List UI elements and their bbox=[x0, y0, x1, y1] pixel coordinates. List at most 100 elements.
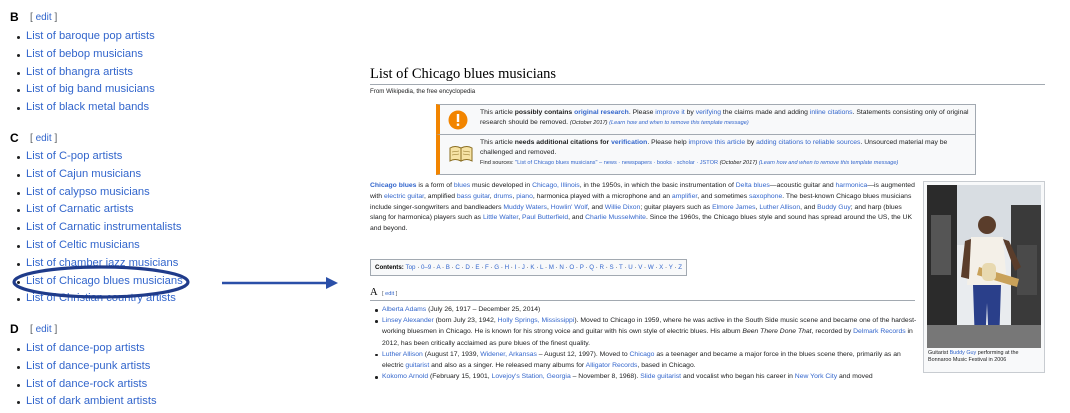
list-link[interactable]: List of Cajun musicians bbox=[26, 168, 141, 180]
list-link[interactable]: List of Celtic musicians bbox=[26, 239, 140, 251]
toc-link[interactable]: G bbox=[494, 264, 499, 271]
toc-link[interactable]: M bbox=[549, 264, 554, 271]
list-link[interactable]: List of dance-rock artists bbox=[26, 378, 147, 390]
toc-link[interactable]: A bbox=[436, 264, 440, 271]
reliable-sources-link[interactable]: adding citations to reliable sources bbox=[756, 139, 860, 146]
blues-link[interactable]: blues bbox=[454, 182, 470, 189]
place-link[interactable]: Lovejoy's Station, Georgia bbox=[492, 373, 571, 380]
list-link[interactable]: List of Carnatic artists bbox=[26, 203, 134, 215]
list-link[interactable]: List of black metal bands bbox=[26, 101, 149, 113]
place-link[interactable]: Chicago bbox=[630, 351, 655, 358]
list-link[interactable]: List of dance-punk artists bbox=[26, 360, 150, 372]
saxophone-link[interactable]: saxophone bbox=[749, 193, 782, 200]
toc-link[interactable]: C bbox=[455, 264, 459, 271]
toc-link[interactable]: P bbox=[580, 264, 584, 271]
list-item: List of black metal bands bbox=[14, 99, 155, 117]
edit-link[interactable]: edit bbox=[36, 12, 52, 23]
buddy-guy-photo[interactable] bbox=[927, 185, 1041, 348]
learn-remove-link[interactable]: (Learn how and when to remove this templ… bbox=[759, 160, 899, 166]
list-item: List of calypso musicians bbox=[14, 184, 183, 202]
toc-link[interactable]: F bbox=[485, 264, 489, 271]
toc-link[interactable]: U bbox=[628, 264, 632, 271]
list-link[interactable]: List of dark ambient artists bbox=[26, 395, 157, 407]
slide-guitarist-link[interactable]: Slide guitarist bbox=[640, 373, 681, 380]
delta-blues-link[interactable]: Delta blues bbox=[736, 182, 770, 189]
learn-remove-link[interactable]: (Learn how and when to remove this templ… bbox=[609, 120, 749, 126]
muddy-waters-link[interactable]: Muddy Waters bbox=[503, 204, 547, 211]
place-link[interactable]: Widener, Arkansas bbox=[480, 351, 537, 358]
toc-link[interactable]: X bbox=[659, 264, 663, 271]
list-link[interactable]: List of bebop musicians bbox=[26, 48, 143, 60]
luther-allison-link[interactable]: Luther Allison bbox=[759, 204, 800, 211]
musician-link[interactable]: Linsey Alexander bbox=[382, 317, 434, 324]
toc-link[interactable]: B bbox=[446, 264, 450, 271]
toc-link[interactable]: 0–9 bbox=[421, 264, 431, 271]
list-link[interactable]: List of Carnatic instrumentalists bbox=[26, 221, 181, 233]
little-walter-link[interactable]: Little Walter bbox=[483, 214, 518, 221]
list-link[interactable]: List of big band musicians bbox=[26, 83, 155, 95]
chicago-illinois-link[interactable]: Chicago, Illinois bbox=[532, 182, 580, 189]
howlin-wolf-link[interactable]: Howlin' Wolf bbox=[551, 204, 588, 211]
chicago-blues-link[interactable]: Chicago blues bbox=[370, 182, 416, 189]
toc-link[interactable]: K bbox=[530, 264, 534, 271]
toc-link[interactable]: R bbox=[600, 264, 604, 271]
toc-link[interactable]: S bbox=[610, 264, 614, 271]
edit-link[interactable]: edit bbox=[36, 324, 52, 335]
toc-link[interactable]: Y bbox=[669, 264, 673, 271]
list-link[interactable]: List of C-pop artists bbox=[26, 150, 122, 162]
electric-guitar-link[interactable]: electric guitar bbox=[384, 193, 424, 200]
left-column: B[ edit ] List of baroque pop artists List… bbox=[0, 0, 320, 413]
label-link[interactable]: Alligator Records bbox=[586, 362, 638, 369]
list-link[interactable]: List of Chicago blues musicians bbox=[26, 275, 183, 287]
buddy-guy-link[interactable]: Buddy Guy bbox=[817, 204, 851, 211]
paul-butterfield-link[interactable]: Paul Butterfield bbox=[522, 214, 568, 221]
original-research-link[interactable]: original research bbox=[574, 109, 629, 116]
verifying-link[interactable]: verifying bbox=[696, 109, 721, 116]
toc-link[interactable]: N bbox=[559, 264, 563, 271]
list-item: List of bhangra artists bbox=[14, 64, 155, 82]
place-link[interactable]: Holly Springs, Mississippi bbox=[498, 317, 575, 324]
verification-link[interactable]: verification bbox=[611, 139, 647, 146]
buddy-guy-caption-link[interactable]: Buddy Guy bbox=[950, 350, 977, 356]
toc-link[interactable]: D bbox=[465, 264, 469, 271]
musician-link[interactable]: Alberta Adams bbox=[382, 306, 426, 313]
bass-guitar-link[interactable]: bass guitar bbox=[457, 193, 490, 200]
willie-dixon-link[interactable]: Willie Dixon bbox=[605, 204, 641, 211]
toc-link[interactable]: W bbox=[648, 264, 654, 271]
harmonica-link[interactable]: harmonica bbox=[836, 182, 868, 189]
toc-link[interactable]: I bbox=[515, 264, 517, 271]
list-link[interactable]: List of chamber jazz musicians bbox=[26, 257, 178, 269]
list-link[interactable]: List of baroque pop artists bbox=[26, 30, 155, 42]
drums-link[interactable]: drums bbox=[494, 193, 513, 200]
amplifier-link[interactable]: amplifier bbox=[672, 193, 697, 200]
guitarist-link[interactable]: guitarist bbox=[405, 362, 429, 369]
toc-link[interactable]: O bbox=[569, 264, 574, 271]
toc-link[interactable]: E bbox=[475, 264, 479, 271]
place-link[interactable]: New York City bbox=[795, 373, 837, 380]
charlie-musselwhite-link[interactable]: Charlie Musselwhite bbox=[585, 214, 646, 221]
find-sources-links[interactable]: – news · newspapers · books · scholar · … bbox=[599, 160, 718, 166]
toc-top-link[interactable]: Top bbox=[405, 264, 415, 271]
toc-link[interactable]: V bbox=[638, 264, 642, 271]
inline-citations-link[interactable]: inline citations bbox=[810, 109, 853, 116]
toc-link[interactable]: J bbox=[522, 264, 525, 271]
find-sources-query-link[interactable]: "List of Chicago blues musicians" bbox=[515, 160, 597, 166]
improve-it-link[interactable]: improve it bbox=[655, 109, 684, 116]
toc-link[interactable]: Q bbox=[589, 264, 594, 271]
label-link[interactable]: Delmark Records bbox=[853, 328, 906, 335]
musician-link[interactable]: Luther Allison bbox=[382, 351, 423, 358]
toc-link[interactable]: Z bbox=[678, 264, 682, 271]
edit-link[interactable]: edit bbox=[36, 133, 52, 144]
list-link[interactable]: List of dance-pop artists bbox=[26, 342, 145, 354]
toc-link[interactable]: T bbox=[619, 264, 623, 271]
improve-article-link[interactable]: improve this article bbox=[689, 139, 746, 146]
list-link[interactable]: List of bhangra artists bbox=[26, 66, 133, 78]
toc-link[interactable]: H bbox=[505, 264, 509, 271]
list-link[interactable]: List of calypso musicians bbox=[26, 186, 150, 198]
elmore-james-link[interactable]: Elmore James bbox=[712, 204, 755, 211]
toc-link[interactable]: L bbox=[540, 264, 543, 271]
list-link[interactable]: List of Christian country artists bbox=[26, 292, 176, 304]
edit-link[interactable]: edit bbox=[385, 291, 394, 297]
musician-link[interactable]: Kokomo Arnold bbox=[382, 373, 428, 380]
piano-link[interactable]: piano bbox=[516, 193, 533, 200]
